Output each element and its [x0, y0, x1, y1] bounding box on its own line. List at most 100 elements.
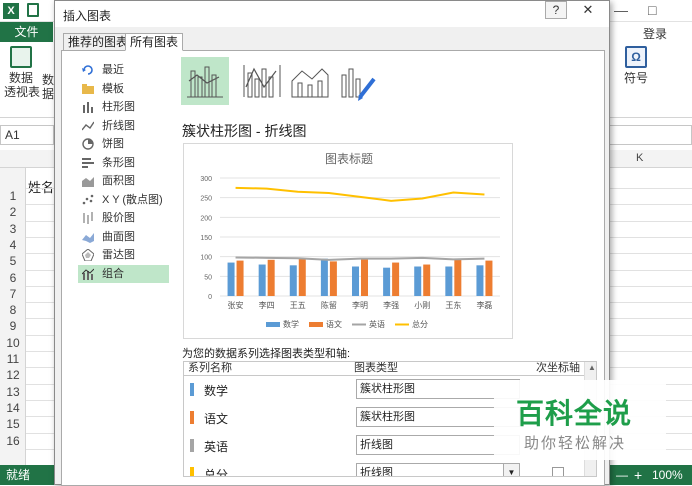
- chart-category-item[interactable]: 柱形图: [78, 98, 169, 116]
- tab-all-charts[interactable]: 所有图表: [125, 33, 184, 51]
- row-number[interactable]: 16: [0, 433, 26, 449]
- row-number[interactable]: 4: [0, 237, 26, 253]
- minimize-icon[interactable]: —: [614, 2, 628, 18]
- combo-column-line-icon: [187, 66, 223, 98]
- chart-category-item[interactable]: 条形图: [78, 154, 169, 172]
- bar[interactable]: [476, 265, 484, 296]
- bar[interactable]: [361, 258, 368, 296]
- chart-type-select[interactable]: 折线图 ▼: [356, 463, 520, 476]
- save-icon[interactable]: [27, 3, 39, 17]
- bar[interactable]: [258, 264, 266, 296]
- grid-line: [26, 204, 56, 206]
- chart-category-item[interactable]: X Y (散点图): [78, 191, 169, 209]
- bar[interactable]: [352, 266, 359, 297]
- chart-category-item[interactable]: 股价图: [78, 209, 169, 227]
- grid-line: [26, 318, 56, 320]
- chart-category-item[interactable]: 面积图: [78, 172, 169, 190]
- zoom-out-icon[interactable]: —: [616, 465, 628, 485]
- login-link[interactable]: 登录: [643, 25, 667, 42]
- chart-title[interactable]: 图表标题: [325, 152, 373, 166]
- pivot-table-button[interactable]: 数据 透视表: [4, 46, 40, 99]
- scroll-up-icon[interactable]: ▲: [585, 362, 596, 374]
- secondary-axis-checkbox[interactable]: [552, 467, 564, 476]
- bar[interactable]: [414, 266, 422, 297]
- row-number[interactable]: 5: [0, 253, 26, 269]
- combo-subtype-1[interactable]: [181, 57, 229, 105]
- chevron-down-icon[interactable]: ▼: [503, 464, 519, 476]
- chart-category-item[interactable]: 组合: [78, 264, 169, 283]
- chart-category-item[interactable]: 饼图: [78, 135, 169, 153]
- row-number[interactable]: 10: [0, 335, 26, 351]
- series-line[interactable]: [235, 256, 485, 261]
- zoom-in-icon[interactable]: +: [634, 465, 642, 485]
- grid-line: [608, 318, 692, 320]
- chart-category-item[interactable]: 最近: [78, 61, 169, 79]
- series-color-swatch: [190, 467, 194, 476]
- chart-category-label: 组合: [102, 267, 124, 280]
- watermark-slogan: 助你轻松解决: [524, 435, 627, 452]
- bar[interactable]: [298, 259, 306, 296]
- legend-label[interactable]: 英语: [369, 319, 385, 329]
- chart-category-item[interactable]: 雷达图: [78, 246, 169, 264]
- header-secondary-axis: 次坐标轴: [536, 362, 580, 374]
- series-line[interactable]: [235, 186, 485, 202]
- header-chart-type: 图表类型: [354, 362, 398, 374]
- bar[interactable]: [485, 260, 493, 296]
- row-number[interactable]: 15: [0, 416, 26, 432]
- row-number[interactable]: 7: [0, 286, 26, 302]
- bar[interactable]: [227, 262, 235, 296]
- chart-category-item[interactable]: 折线图: [78, 117, 169, 135]
- subtype-title: 簇状柱形图 - 折线图: [182, 123, 307, 139]
- legend-label[interactable]: 语文: [326, 319, 342, 329]
- zoom-level[interactable]: 100%: [652, 465, 683, 485]
- chart-preview[interactable]: 图表标题 0 50 100 150 200 250 300 张安 李四 王五 陈留 李明 李强 小刚 王东 李磊…: [183, 143, 513, 339]
- chart-preview-svg: 图表标题 0 50 100 150 200 250 300 张安 李四 王五 陈留 李明 李强 小刚 王东 李磊…: [200, 152, 500, 329]
- column-k-header[interactable]: K: [636, 152, 643, 164]
- series-row: 总分 折线图 ▼: [184, 460, 596, 476]
- grid-line: [608, 236, 692, 238]
- series-name: 语文: [204, 412, 229, 426]
- row-number[interactable]: 8: [0, 302, 26, 318]
- help-button[interactable]: ?: [545, 1, 567, 19]
- bar[interactable]: [236, 260, 244, 296]
- bar[interactable]: [454, 258, 462, 296]
- name-box[interactable]: A1: [0, 125, 54, 145]
- bar[interactable]: [392, 262, 400, 296]
- combo-subtype-3[interactable]: [286, 57, 334, 105]
- bar[interactable]: [329, 261, 337, 296]
- excel-logo-icon: X: [3, 3, 19, 19]
- row-number[interactable]: 1: [0, 188, 26, 204]
- row-number[interactable]: 13: [0, 384, 26, 400]
- row-number[interactable]: 11: [0, 351, 26, 367]
- legend-label[interactable]: 总分: [412, 319, 428, 329]
- chart-category-item[interactable]: 模板: [78, 80, 169, 98]
- bar[interactable]: [267, 259, 275, 296]
- combo-column-line-secondary-icon: [243, 65, 281, 98]
- surface-chart-icon: [82, 232, 94, 243]
- tab-recommended[interactable]: 推荐的图表: [63, 33, 134, 51]
- restore-icon[interactable]: □: [648, 2, 656, 18]
- close-icon[interactable]: ✕: [569, 1, 607, 19]
- chart-category-item[interactable]: 曲面图: [78, 228, 169, 246]
- file-tab[interactable]: 文件: [0, 22, 53, 42]
- row-number[interactable]: 14: [0, 400, 26, 416]
- grid-line: [608, 367, 692, 369]
- cell-a1[interactable]: 姓名: [28, 177, 54, 196]
- bar[interactable]: [383, 267, 391, 296]
- row-number[interactable]: 9: [0, 318, 26, 334]
- combo-area-column-icon: [291, 68, 329, 98]
- symbol-button[interactable]: Ω 符号: [618, 46, 654, 85]
- row-number[interactable]: 2: [0, 204, 26, 220]
- combo-subtype-2[interactable]: [238, 57, 286, 105]
- bar[interactable]: [289, 265, 297, 296]
- formula-bar[interactable]: [608, 125, 692, 145]
- legend-label[interactable]: 数学: [283, 319, 299, 329]
- bar[interactable]: [320, 258, 328, 296]
- bar[interactable]: [445, 266, 453, 297]
- row-number[interactable]: 3: [0, 221, 26, 237]
- bar[interactable]: [423, 264, 431, 296]
- row-number[interactable]: 6: [0, 270, 26, 286]
- grid-line: [26, 383, 56, 385]
- row-number[interactable]: 12: [0, 367, 26, 383]
- custom-combo-subtype[interactable]: [334, 57, 382, 105]
